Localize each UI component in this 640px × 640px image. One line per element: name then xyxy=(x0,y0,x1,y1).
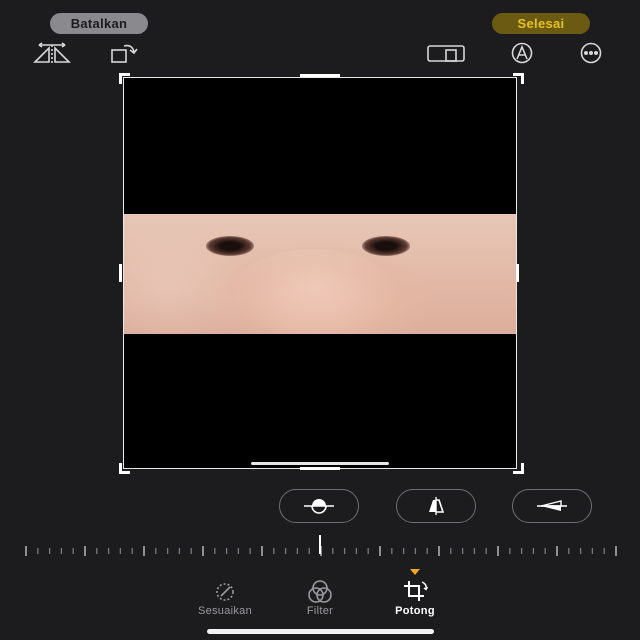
crop-edge-left[interactable] xyxy=(119,264,122,282)
tab-adjust[interactable]: Sesuaikan xyxy=(180,579,270,617)
crop-corner-top-left[interactable] xyxy=(119,73,130,84)
active-tab-indicator xyxy=(410,569,420,575)
crop-corner-bottom-left[interactable] xyxy=(119,463,130,474)
tab-crop[interactable]: Potong xyxy=(370,579,460,617)
tab-filter-label: Filter xyxy=(306,605,334,617)
crop-corner-top-right[interactable] xyxy=(513,73,524,84)
photo xyxy=(124,214,516,334)
tab-crop-label: Potong xyxy=(395,605,435,617)
markup-icon[interactable] xyxy=(505,42,539,64)
crop-edge-bottom[interactable] xyxy=(300,467,340,470)
tab-adjust-label: Sesuaikan xyxy=(197,605,253,617)
flip-icon[interactable] xyxy=(33,42,71,64)
crop-edge-top[interactable] xyxy=(300,74,340,77)
crop-corner-bottom-right[interactable] xyxy=(513,463,524,474)
more-icon[interactable] xyxy=(574,42,608,64)
ruler-marker xyxy=(319,535,321,554)
cancel-button[interactable]: Batalkan xyxy=(50,13,148,34)
filter-icon xyxy=(308,580,332,603)
rotate-icon[interactable] xyxy=(110,42,146,64)
vertical-perspective-icon xyxy=(429,497,445,515)
aspect-ratio-icon[interactable] xyxy=(426,42,466,64)
straighten-button[interactable] xyxy=(279,489,359,523)
straighten-icon xyxy=(304,499,334,514)
home-indicator xyxy=(207,629,434,634)
horizontal-perspective-button[interactable] xyxy=(512,489,592,523)
adjust-icon xyxy=(216,583,234,601)
crop-icon xyxy=(404,581,429,601)
rotation-ruler[interactable] xyxy=(24,546,618,556)
crop-handle-bar[interactable] xyxy=(251,462,389,465)
crop-edge-right[interactable] xyxy=(516,264,519,282)
vertical-perspective-button[interactable] xyxy=(396,489,476,523)
tab-filter[interactable]: Filter xyxy=(275,579,365,617)
done-button[interactable]: Selesai xyxy=(492,13,590,34)
horizontal-perspective-icon xyxy=(537,500,567,511)
crop-canvas[interactable] xyxy=(123,77,517,469)
